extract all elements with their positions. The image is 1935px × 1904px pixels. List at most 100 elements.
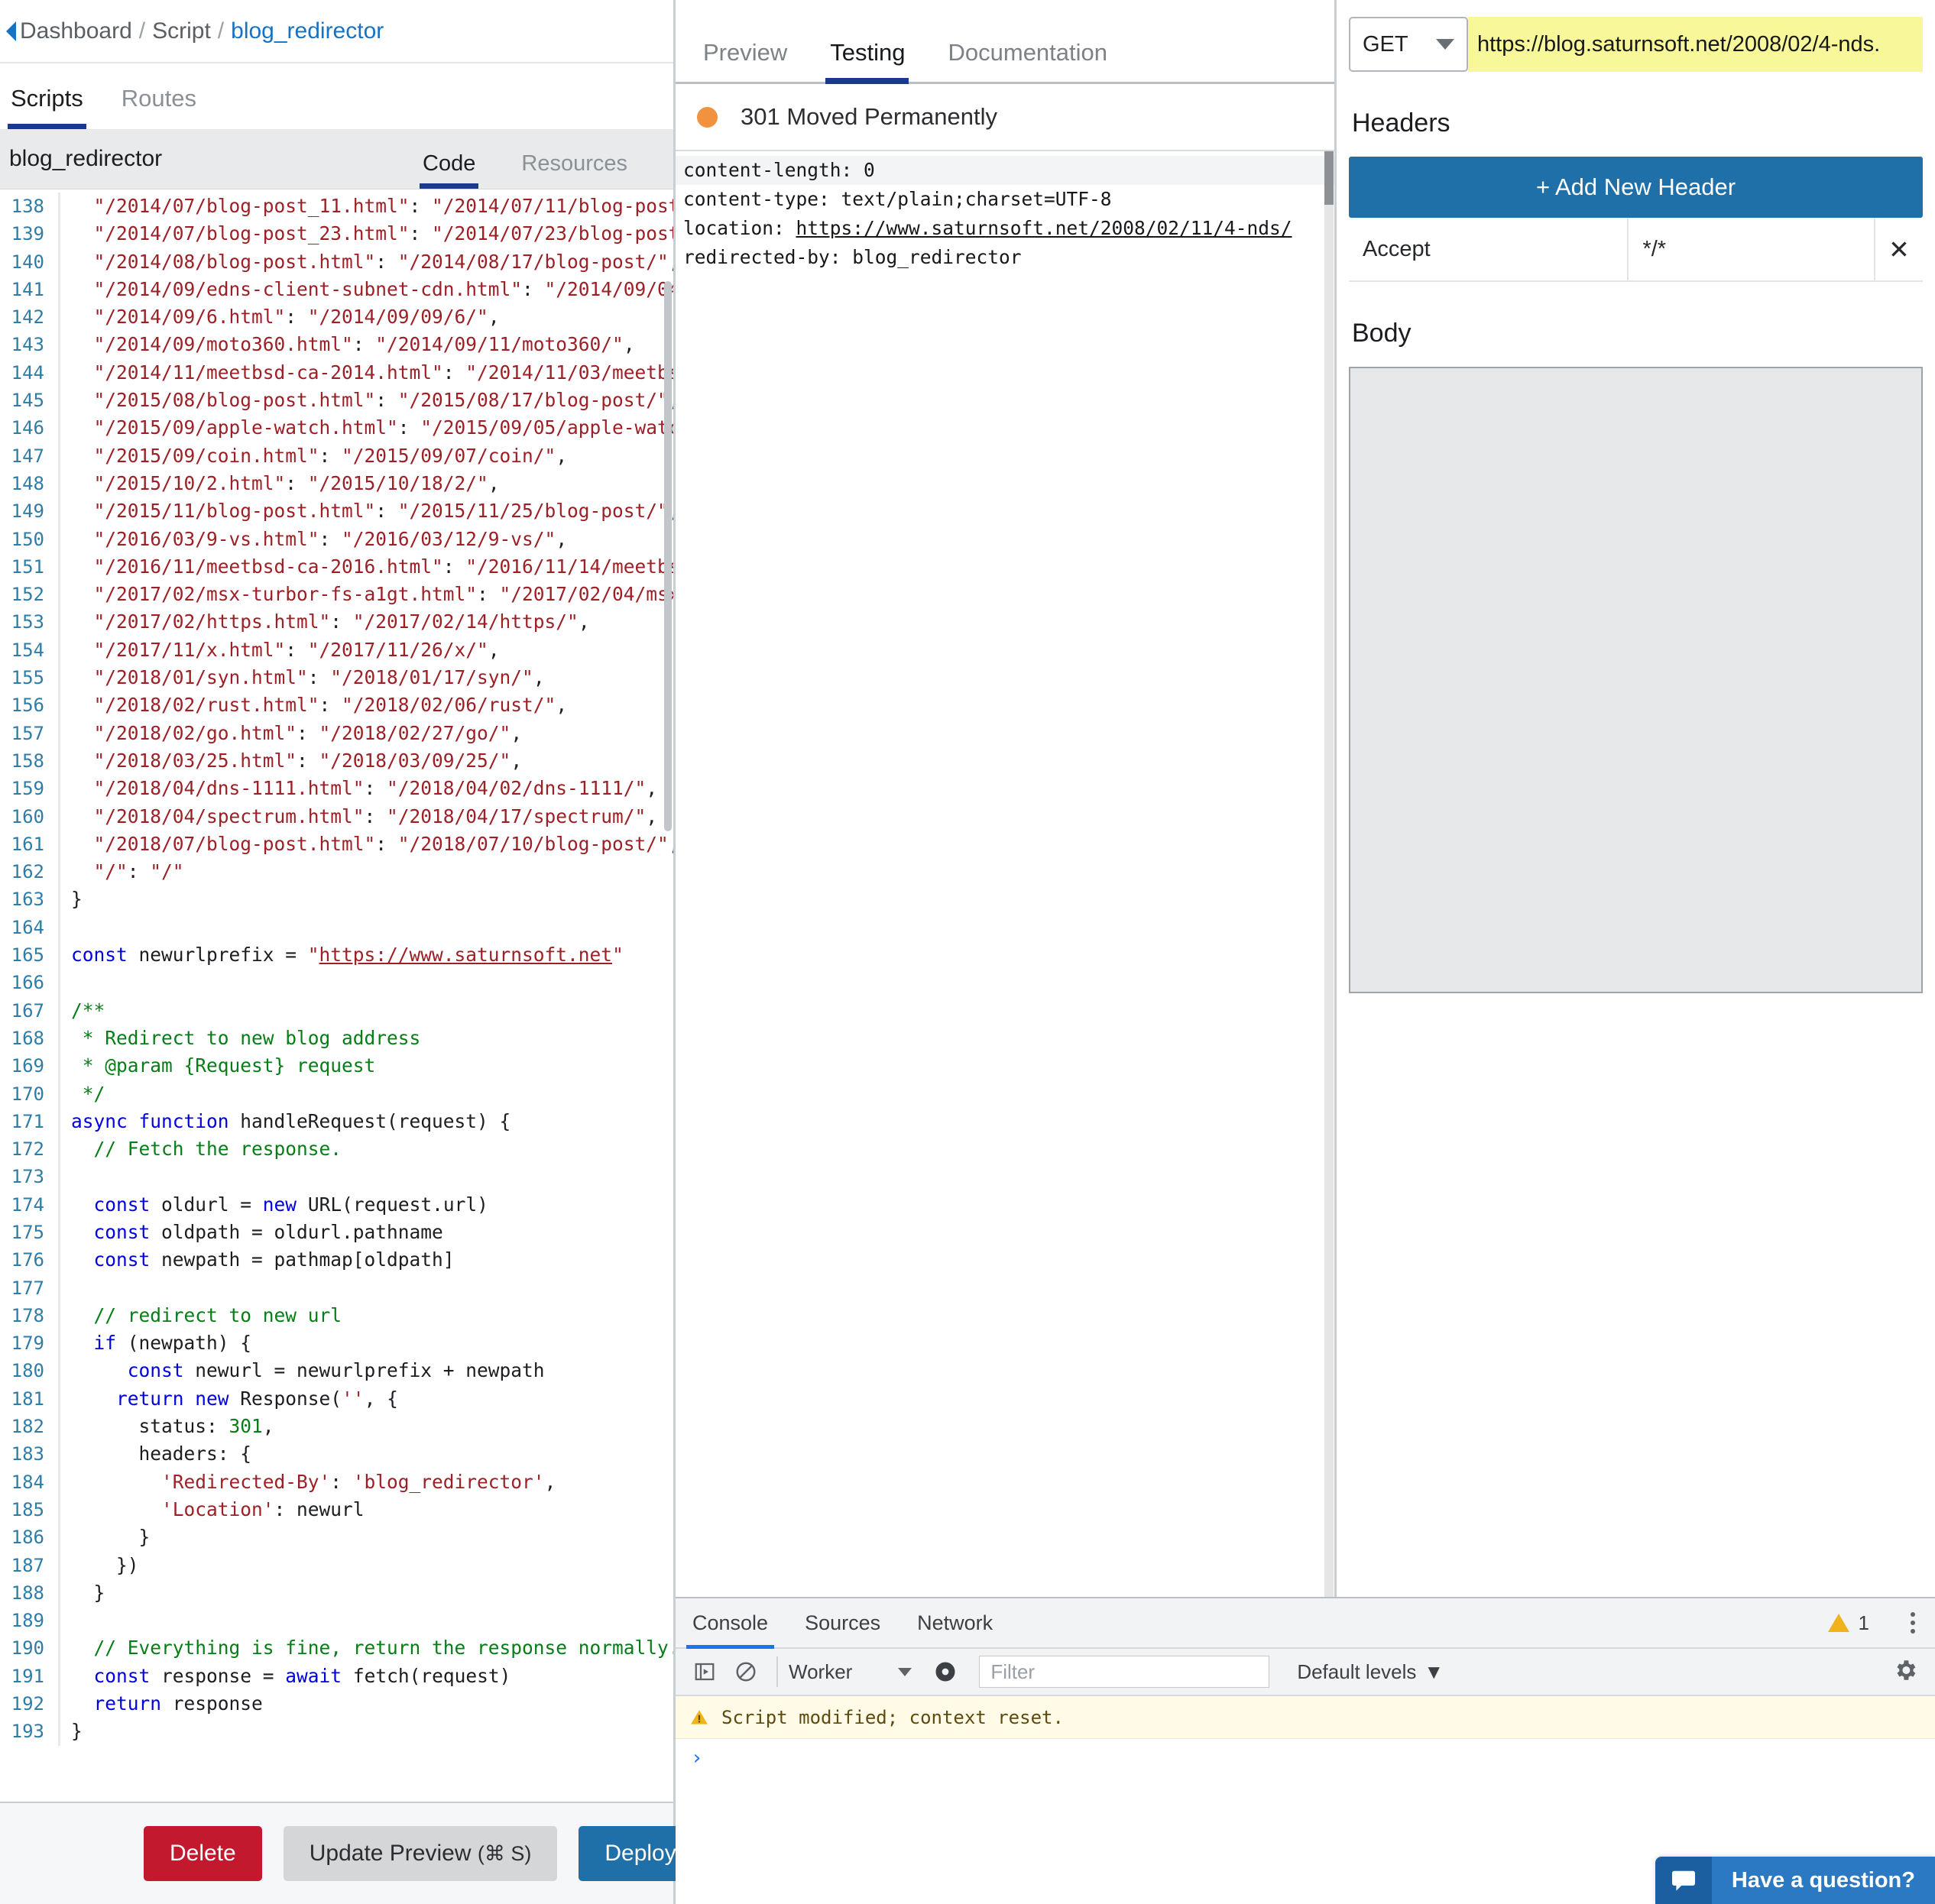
breadcrumb-dashboard[interactable]: Dashboard — [20, 18, 132, 44]
tab-network[interactable]: Network — [917, 1598, 993, 1647]
code-line[interactable]: 173 — [0, 1163, 673, 1191]
code-line[interactable]: 171 async function handleRequest(request)… — [0, 1107, 673, 1136]
code-line[interactable]: 154 "/2017/11/x.html": "/2017/11/26/x/", — [0, 636, 673, 665]
code-line[interactable]: 159 "/2018/04/dns-1111.html": "/2018/04/… — [0, 775, 673, 803]
code-line[interactable]: 138 "/2014/07/blog-post_11.html": "/2014… — [0, 193, 673, 221]
tab-documentation[interactable]: Documentation — [944, 39, 1130, 82]
execution-context-select[interactable]: Worker — [776, 1656, 919, 1687]
tab-preview[interactable]: Preview — [698, 39, 809, 82]
console-sidebar-toggle-icon[interactable] — [689, 1656, 720, 1687]
code-line[interactable]: 160 "/2018/04/spectrum.html": "/2018/04/… — [0, 802, 673, 831]
code-line[interactable]: 172 // Fetch the response. — [0, 1135, 673, 1164]
more-options-icon[interactable] — [1911, 1612, 1915, 1634]
code-line[interactable]: 148 "/2015/10/2.html": "/2015/10/18/2/", — [0, 469, 673, 498]
code-line[interactable]: 192 return response — [0, 1690, 673, 1718]
header-value-input[interactable]: */* — [1629, 218, 1875, 280]
code-token: , — [544, 1470, 556, 1493]
update-preview-button[interactable]: Update Preview (⌘ S) — [283, 1826, 558, 1881]
code-text: // Fetch the response. — [60, 1135, 673, 1163]
code-line[interactable]: 188 } — [0, 1579, 673, 1608]
code-line[interactable]: 143 "/2014/09/moto360.html": "/2014/09/1… — [0, 331, 673, 359]
code-line[interactable]: 166 — [0, 969, 673, 997]
remove-header-icon[interactable]: ✕ — [1875, 235, 1923, 264]
code-line[interactable]: 190 // Everything is fine, return the re… — [0, 1634, 673, 1663]
code-line[interactable]: 158 "/2018/03/25.html": "/2018/03/09/25/… — [0, 746, 673, 776]
warning-indicator[interactable]: 1 — [1827, 1611, 1869, 1635]
code-line[interactable]: 176 const newpath = pathmap[oldpath] — [0, 1246, 673, 1274]
add-new-header-button[interactable]: + Add New Header — [1349, 157, 1923, 218]
subtab-resources[interactable]: Resources — [521, 151, 627, 189]
tab-console[interactable]: Console — [686, 1598, 775, 1649]
code-line[interactable]: 153 "/2017/02/https.html": "/2017/02/14/… — [0, 608, 673, 636]
code-line[interactable]: 140 "/2014/08/blog-post.html": "/2014/08… — [0, 248, 673, 276]
code-line[interactable]: 155 "/2018/01/syn.html": "/2018/01/17/sy… — [0, 664, 673, 692]
code-line[interactable]: 189 — [0, 1607, 673, 1635]
code-line[interactable]: 181 return new Response('', { — [0, 1384, 673, 1413]
code-line[interactable]: 149 "/2015/11/blog-post.html": "/2015/11… — [0, 497, 673, 526]
code-line[interactable]: 178 // redirect to new url — [0, 1301, 673, 1330]
code-line[interactable]: 151 "/2016/11/meetbsd-ca-2016.html": "/2… — [0, 552, 673, 581]
code-line[interactable]: 161 "/2018/07/blog-post.html": "/2018/07… — [0, 830, 673, 859]
subtab-code[interactable]: Code — [420, 151, 479, 189]
url-input[interactable]: https://blog.saturnsoft.net/2008/02/4-nd… — [1468, 17, 1923, 72]
scrollbar-thumb[interactable] — [664, 281, 672, 831]
code-line[interactable]: 163} — [0, 886, 673, 914]
code-line[interactable]: 193} — [0, 1718, 673, 1746]
code-line[interactable]: 182 status: 301, — [0, 1413, 673, 1441]
code-line[interactable]: 165 const newurlprefix = "https://www.sat… — [0, 941, 673, 970]
code-line[interactable]: 185 'Location': newurl — [0, 1495, 673, 1524]
code-line[interactable]: 174 const oldurl = new URL(request.url) — [0, 1190, 673, 1219]
line-number: 147 — [11, 445, 44, 467]
tab-testing[interactable]: Testing — [825, 39, 926, 84]
code-line[interactable]: 162 "/": "/" — [0, 858, 673, 886]
code-line[interactable]: 150 "/2016/03/9-vs.html": "/2016/03/12/9… — [0, 525, 673, 553]
breadcrumb-script[interactable]: Script — [152, 18, 211, 44]
header-key-input[interactable]: Accept — [1349, 218, 1629, 280]
code-text: */ — [60, 1080, 673, 1108]
scrollbar-thumb[interactable] — [1324, 151, 1334, 205]
method-select[interactable]: GET — [1349, 17, 1468, 72]
body-textarea[interactable] — [1349, 367, 1923, 993]
code-line[interactable]: 191 const response = await fetch(request… — [0, 1662, 673, 1691]
code-line[interactable]: 157 "/2018/02/go.html": "/2018/02/27/go/… — [0, 719, 673, 747]
code-line[interactable]: 180 const newurl = newurlprefix + newpat… — [0, 1357, 673, 1385]
editor-vertical-scrollbar[interactable] — [663, 189, 673, 1802]
clear-console-icon[interactable] — [731, 1656, 761, 1687]
code-line[interactable]: 183 headers: { — [0, 1440, 673, 1468]
code-line[interactable]: 167 /** — [0, 996, 673, 1025]
code-line[interactable]: 164 — [0, 913, 673, 942]
code-editor[interactable]: 138 "/2014/07/blog-post_11.html": "/2014… — [0, 189, 673, 1802]
code-line[interactable]: 168 * Redirect to new blog address — [0, 1024, 673, 1053]
tab-routes[interactable]: Routes — [118, 85, 216, 129]
code-line[interactable]: 142 "/2014/09/6.html": "/2014/09/09/6/", — [0, 303, 673, 332]
tab-scripts[interactable]: Scripts — [8, 85, 103, 129]
breadcrumb-current[interactable]: blog_redirector — [231, 18, 384, 44]
code-line[interactable]: 145 "/2015/08/blog-post.html": "/2015/08… — [0, 387, 673, 415]
support-chat-widget[interactable]: Have a question? — [1655, 1857, 1935, 1904]
console-settings-icon[interactable] — [1892, 1657, 1918, 1687]
delete-button[interactable]: Delete — [144, 1826, 262, 1881]
code-lines[interactable]: 138 "/2014/07/blog-post_11.html": "/2014… — [0, 189, 673, 1802]
code-line[interactable]: 175 const oldpath = oldurl.pathname — [0, 1218, 673, 1247]
code-line[interactable]: 156 "/2018/02/rust.html": "/2018/02/06/r… — [0, 691, 673, 720]
code-line[interactable]: 170 */ — [0, 1080, 673, 1108]
code-line[interactable]: 139 "/2014/07/blog-post_23.html": "/2014… — [0, 220, 673, 248]
tab-sources[interactable]: Sources — [805, 1598, 880, 1647]
filter-input[interactable]: Filter — [979, 1656, 1270, 1688]
code-line[interactable]: 147 "/2015/09/coin.html": "/2015/09/07/c… — [0, 442, 673, 470]
code-line[interactable]: 177 — [0, 1274, 673, 1302]
code-line[interactable]: 144 "/2014/11/meetbsd-ca-2014.html": "/2… — [0, 358, 673, 387]
back-caret-icon[interactable] — [6, 21, 16, 41]
code-line[interactable]: 152 "/2017/02/msx-turbor-fs-a1gt.html": … — [0, 581, 673, 609]
location-header-link[interactable]: https://www.saturnsoft.net/2008/02/11/4-… — [796, 217, 1292, 239]
code-line[interactable]: 187 }) — [0, 1551, 673, 1579]
code-line[interactable]: 184 'Redirected-By': 'blog_redirector', — [0, 1468, 673, 1496]
code-line[interactable]: 186 } — [0, 1524, 673, 1552]
log-levels-select[interactable]: Default levels ▼ — [1297, 1660, 1444, 1684]
code-line[interactable]: 146 "/2015/09/apple-watch.html": "/2015/… — [0, 414, 673, 442]
live-expression-eye-icon[interactable] — [930, 1656, 961, 1687]
code-line[interactable]: 169 * @param {Request} request — [0, 1052, 673, 1080]
code-line[interactable]: 141 "/2014/09/edns-client-subnet-cdn.htm… — [0, 275, 673, 304]
code-line[interactable]: 179 if (newpath) { — [0, 1329, 673, 1358]
